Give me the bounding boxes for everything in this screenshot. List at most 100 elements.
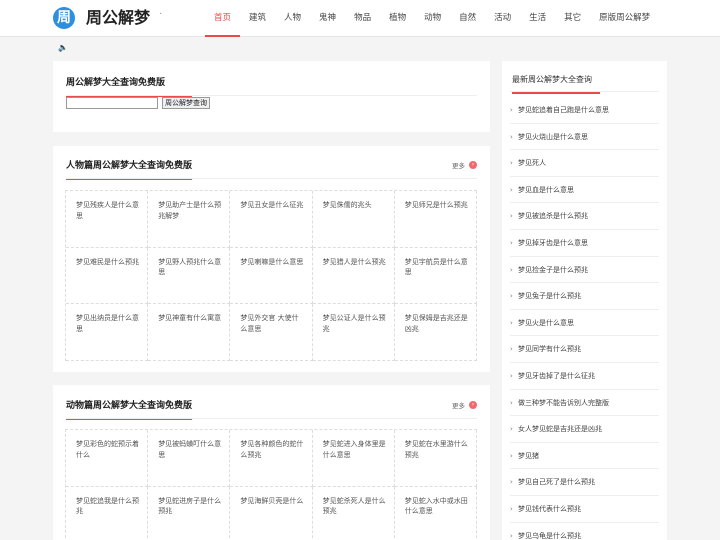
- list-item-label: 梦见血是什么意思: [518, 185, 574, 194]
- animal-more-link[interactable]: 更多 ›: [452, 400, 477, 410]
- nav-item-people[interactable]: 人物: [275, 0, 310, 37]
- title-divider: [66, 418, 477, 419]
- grid-item[interactable]: 梦见海鲜贝壳是什么: [230, 486, 313, 540]
- grid-item[interactable]: 梦见丑女是什么征兆: [230, 191, 313, 248]
- grid-item[interactable]: 梦见蛇在水里游什么预兆: [394, 430, 477, 487]
- grid-item[interactable]: 梦见蛇进房子是什么预兆: [148, 486, 231, 540]
- list-item[interactable]: › 女人梦见蛇是吉兆还是凶兆: [510, 416, 659, 443]
- nav-item-animals[interactable]: 动物: [415, 0, 450, 37]
- main-nav: 首页 建筑 人物 鬼神 物品 植物 动物 自然 活动 生活 其它 原版周公解梦: [205, 0, 659, 37]
- nav-item-home[interactable]: 首页: [205, 0, 241, 37]
- list-item[interactable]: › 梦见血是什么意思: [510, 177, 659, 204]
- grid-item[interactable]: 梦见各种颜色的蛇什么预兆: [230, 430, 313, 487]
- chevron-right-icon: ›: [510, 504, 513, 513]
- chevron-right-icon: ›: [510, 398, 513, 407]
- nav-item-objects[interactable]: 物品: [345, 0, 380, 37]
- list-item-label: 梦见火是什么意思: [518, 318, 574, 327]
- list-item-label: 梦见牙齿掉了是什么征兆: [518, 371, 595, 380]
- people-card-title: 人物篇周公解梦大全查询免费版: [66, 158, 193, 180]
- nav-item-ghosts[interactable]: 鬼神: [310, 0, 345, 37]
- grid-item[interactable]: 梦见蛇追我是什么预兆: [66, 486, 149, 540]
- grid-item[interactable]: 梦见彩色的蛇预示着什么: [66, 430, 149, 487]
- speaker-icon[interactable]: 🔈: [58, 43, 68, 52]
- logo-badge[interactable]: 周: [53, 7, 75, 29]
- grid-item[interactable]: 梦见助产士是什么预兆解梦: [148, 191, 231, 248]
- chevron-right-icon: ›: [510, 371, 513, 380]
- arrow-right-icon: ›: [469, 161, 477, 169]
- list-item[interactable]: › 梦见火是什么意思: [510, 310, 659, 337]
- chevron-right-icon: ›: [510, 345, 513, 354]
- list-item[interactable]: › 做三种梦不能告诉别人完整版: [510, 390, 659, 417]
- search-input[interactable]: [66, 97, 158, 109]
- grid-item[interactable]: 梦见猎人是什么预兆: [312, 247, 395, 304]
- list-item[interactable]: › 梦见掉牙齿是什么意思: [510, 230, 659, 257]
- animal-grid: 梦见彩色的蛇预示着什么 梦见被蚂蟥叮什么意思 梦见各种颜色的蛇什么预兆 梦见蛇进…: [65, 429, 477, 540]
- grid-item[interactable]: 梦见蛇入水中或水田什么意思: [395, 486, 477, 540]
- list-item[interactable]: › 梦见死人: [510, 150, 659, 177]
- people-card: 人物篇周公解梦大全查询免费版 更多 › 梦见残疾人是什么意思 梦见助产士是什么预…: [53, 146, 490, 372]
- list-item-label: 梦见掉牙齿是什么意思: [518, 238, 588, 247]
- title-divider: [66, 178, 477, 179]
- search-button[interactable]: 周公解梦查询: [162, 97, 210, 109]
- grid-item[interactable]: 梦见保姆是吉兆还是凶兆: [394, 304, 477, 361]
- list-item[interactable]: › 梦见猪: [510, 443, 659, 470]
- site-header: 周 周公解梦 · 首页 建筑 人物 鬼神 物品 植物 动物 自然 活动 生活 其…: [0, 0, 720, 37]
- grid-item[interactable]: 梦见难民是什么预兆: [66, 247, 149, 304]
- animal-card: 动物篇周公解梦大全查询免费版 更多 › 梦见彩色的蛇预示着什么 梦见被蚂蟥叮什么…: [53, 385, 490, 540]
- chevron-right-icon: ›: [510, 531, 513, 540]
- list-item-label: 做三种梦不能告诉别人完整版: [518, 398, 609, 407]
- grid-item[interactable]: 梦见师兄是什么预兆: [394, 191, 477, 248]
- list-item[interactable]: › 梦见自己死了是什么预兆: [510, 469, 659, 496]
- list-item-label: 梦见火烧山是什么意思: [518, 132, 588, 141]
- list-item-label: 梦见被追杀是什么预兆: [518, 212, 588, 221]
- nav-item-activities[interactable]: 活动: [485, 0, 520, 37]
- grid-item[interactable]: 梦见野人预兆什么意思: [148, 247, 231, 304]
- grid-item[interactable]: 梦见外交官 大使什么意思: [230, 304, 313, 361]
- latest-list: › 梦见蛇追着自己跑是什么意思 › 梦见火烧山是什么意思 › 梦见死人 › 梦见血是什么…: [510, 97, 659, 540]
- sidebar-card: 最新周公解梦大全查询 › 梦见蛇追着自己跑是什么意思 › 梦见火烧山是什么意思 › 梦…: [502, 61, 667, 540]
- chevron-right-icon: ›: [510, 185, 513, 194]
- grid-item[interactable]: 梦见喇嘛是什么意思: [230, 247, 313, 304]
- chevron-right-icon: ›: [510, 238, 513, 247]
- list-item[interactable]: › 梦见同学有什么预兆: [510, 336, 659, 363]
- chevron-right-icon: ›: [510, 292, 513, 301]
- chevron-right-icon: ›: [510, 132, 513, 141]
- chevron-right-icon: ›: [510, 451, 513, 460]
- grid-item[interactable]: 梦见宇航员是什么意思: [394, 247, 477, 304]
- list-item-label: 梦见死人: [518, 159, 546, 168]
- chevron-right-icon: ›: [510, 212, 513, 221]
- site-logo-text[interactable]: 周公解梦: [86, 7, 150, 29]
- list-item[interactable]: › 梦见钱代表什么预兆: [510, 496, 659, 523]
- list-item-label: 梦见兔子是什么预兆: [518, 292, 581, 301]
- list-item[interactable]: › 梦见被追杀是什么预兆: [510, 203, 659, 230]
- grid-item[interactable]: 梦见侏儒的兆头: [312, 191, 395, 248]
- list-item[interactable]: › 梦见火烧山是什么意思: [510, 124, 659, 151]
- people-more-link[interactable]: 更多 ›: [452, 160, 477, 170]
- nav-item-original[interactable]: 原版周公解梦: [590, 0, 659, 37]
- sidebar-title: 最新周公解梦大全查询: [512, 75, 600, 94]
- nav-item-life[interactable]: 生活: [520, 0, 555, 37]
- more-label: 更多: [452, 402, 465, 410]
- chevron-right-icon: ›: [510, 265, 513, 274]
- list-item[interactable]: › 梦见蛇追着自己跑是什么意思: [510, 97, 659, 124]
- animal-card-title: 动物篇周公解梦大全查询免费版: [66, 398, 193, 420]
- nav-item-nature[interactable]: 自然: [450, 0, 485, 37]
- grid-item[interactable]: 梦见公证人是什么预兆: [312, 304, 395, 361]
- grid-item[interactable]: 梦见蛇进入身体里是什么意思: [312, 430, 395, 487]
- grid-item[interactable]: 梦见神童有什么寓意: [148, 304, 231, 361]
- nav-item-architecture[interactable]: 建筑: [240, 0, 275, 37]
- list-item[interactable]: › 梦见乌龟是什么预兆: [510, 523, 659, 540]
- arrow-right-icon: ›: [469, 401, 477, 409]
- grid-item[interactable]: 梦见残疾人是什么意思: [66, 191, 149, 248]
- nav-item-other[interactable]: 其它: [555, 0, 590, 37]
- nav-item-plants[interactable]: 植物: [380, 0, 415, 37]
- grid-item[interactable]: 梦见蛇杀死人是什么预兆: [313, 486, 395, 540]
- list-item[interactable]: › 梦见捡金子是什么预兆: [510, 257, 659, 284]
- list-item[interactable]: › 梦见兔子是什么预兆: [510, 283, 659, 310]
- list-item-label: 梦见蛇追着自己跑是什么意思: [518, 106, 609, 114]
- chevron-right-icon: ›: [510, 425, 513, 434]
- list-item[interactable]: › 梦见牙齿掉了是什么征兆: [510, 363, 659, 390]
- grid-item[interactable]: 梦见被蚂蟥叮什么意思: [148, 430, 231, 487]
- title-divider: [66, 95, 477, 96]
- grid-item[interactable]: 梦见出纳员是什么意思: [66, 304, 149, 361]
